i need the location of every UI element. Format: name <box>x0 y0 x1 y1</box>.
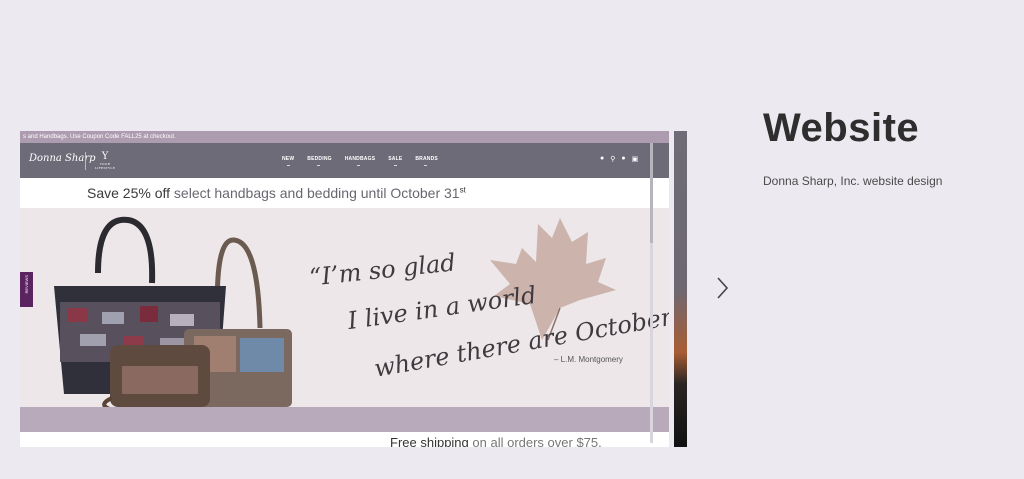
promo-bold: Save 25% off <box>87 185 171 201</box>
logo-tagline: YOUR LIFESTYLE <box>94 162 116 170</box>
free-shipping-text: Free shipping on all orders over $75. <box>390 435 602 447</box>
announcement-bar: s and Handbags. Use Coupon Code FALL25 a… <box>20 131 669 143</box>
hero-art <box>54 216 616 407</box>
nav-item-bedding: BEDDING <box>307 156 332 166</box>
nav-item-new: NEW <box>282 156 295 166</box>
project-title: Website <box>763 106 920 150</box>
scrollbar-thumb[interactable] <box>650 143 653 243</box>
promo-middle: select handbags and bedding until Octobe… <box>170 185 460 201</box>
free-shipping-bar: Free shipping on all orders over $75. <box>20 432 669 447</box>
logo-mark: Y <box>101 151 109 162</box>
cart-icon: ▣ <box>631 156 639 163</box>
promo-text: Save 25% off select handbags and bedding… <box>87 185 466 201</box>
project-description: Donna Sharp, Inc. website design <box>763 174 943 188</box>
screenshot-scrollbar[interactable] <box>650 143 653 443</box>
nav-item-brands: BRANDS <box>415 156 438 166</box>
website-screenshot: s and Handbags. Use Coupon Code FALL25 a… <box>20 131 669 447</box>
your-lifestyle-logo: Y YOUR LIFESTYLE <box>92 151 118 170</box>
shoulder-bag-patch-2 <box>240 338 284 372</box>
logo-divider <box>85 152 86 170</box>
quote-attribution: – L.M. Montgomery <box>554 355 623 364</box>
nav-item-handbags: HANDBAGS <box>344 156 376 166</box>
hero-banner: REVIEWS “I’m so glad I live in a world w… <box>20 208 669 407</box>
free-shipping-bold: Free shipping <box>390 435 469 447</box>
crossbody-panel <box>122 366 198 394</box>
site-header: Donna Sharp Y YOUR LIFESTYLE NEW BEDDING… <box>20 143 669 178</box>
next-slide-preview[interactable] <box>674 131 687 447</box>
promo-suffix: st <box>459 185 466 195</box>
main-nav: NEW BEDDING HANDBAGS SALE BRANDS <box>282 156 438 166</box>
account-icon: ● <box>621 155 626 162</box>
purple-divider-strip <box>20 407 669 432</box>
free-shipping-rest: on all orders over $75. <box>468 435 602 447</box>
nav-item-sale: SALE <box>388 156 403 166</box>
header-icons: ● ⚲ ● ▣ <box>600 155 638 163</box>
tote-handle <box>95 216 156 284</box>
location-pin-icon: ● <box>600 155 605 162</box>
promo-banner: Save 25% off select handbags and bedding… <box>20 178 669 208</box>
chevron-right-icon[interactable] <box>712 275 732 301</box>
search-icon: ⚲ <box>610 156 616 163</box>
